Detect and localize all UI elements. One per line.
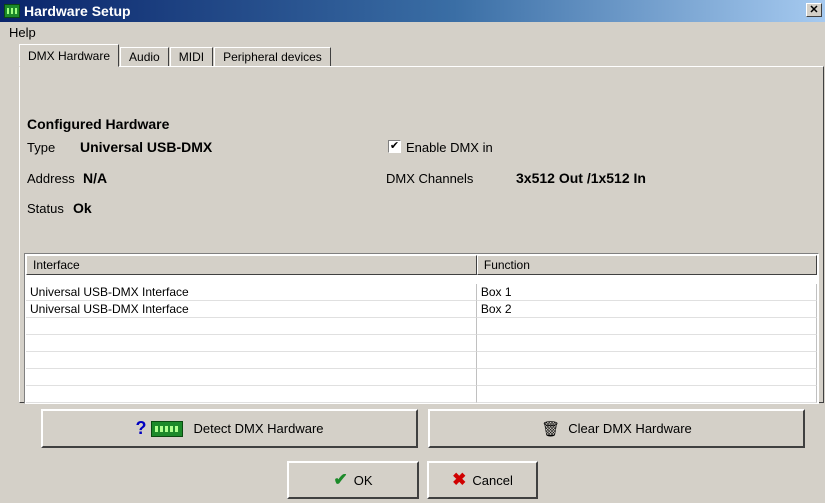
enable-dmx-in-label: Enable DMX in (406, 140, 493, 155)
interface-cell: Universal USB-DMX Interface (26, 284, 477, 301)
interface-cell (26, 369, 477, 386)
function-cell (476, 386, 817, 403)
tab-audio[interactable]: Audio (120, 47, 169, 67)
menu-help[interactable]: Help (9, 25, 36, 40)
enable-dmx-in-checkbox[interactable]: ✔ (388, 140, 401, 153)
function-cell: Box 1 (476, 284, 817, 301)
function-cell (476, 318, 817, 335)
column-header-function[interactable]: Function (476, 255, 817, 275)
dmx-card-icon (4, 4, 20, 18)
interface-cell (26, 318, 477, 335)
interface-cell: Universal USB-DMX Interface (26, 301, 477, 318)
type-label: Type (27, 140, 56, 155)
column-header-interface[interactable]: Interface (26, 255, 477, 275)
tab-strip: DMX Hardware Audio MIDI Peripheral devic… (19, 44, 332, 67)
table-row[interactable] (26, 352, 817, 369)
address-label: Address (27, 171, 75, 186)
close-button[interactable]: ✕ (806, 3, 822, 17)
window-title: Hardware Setup (24, 3, 131, 19)
status-value: Ok (73, 200, 92, 216)
function-cell: Box 2 (476, 301, 817, 318)
interface-cell (26, 386, 477, 403)
table-row[interactable] (26, 369, 817, 386)
detect-dmx-hardware-button[interactable]: ? Detect DMX Hardware (41, 409, 418, 448)
detect-button-label: Detect DMX Hardware (193, 421, 324, 436)
section-title: Configured Hardware (27, 116, 170, 132)
tab-dmx-hardware[interactable]: DMX Hardware (19, 44, 120, 67)
function-cell (476, 335, 817, 352)
x-icon: ✖ (452, 470, 467, 489)
checkmark-icon: ✔ (333, 470, 348, 489)
table-row[interactable] (26, 335, 817, 352)
clear-dmx-hardware-button[interactable]: 🗑 Clear DMX Hardware (428, 409, 805, 448)
cancel-button[interactable]: ✖ Cancel (427, 461, 538, 499)
ok-button[interactable]: ✔ OK (287, 461, 419, 499)
interface-cell (26, 335, 477, 352)
table-header: Interface Function (26, 255, 817, 275)
table-row[interactable] (26, 318, 817, 335)
interface-cell (26, 352, 477, 369)
interface-table[interactable]: Interface Function Universal USB-DMX Int… (24, 253, 819, 404)
dmx-channels-label: DMX Channels (386, 171, 474, 186)
trash-icon: 🗑 (541, 420, 561, 438)
table-row[interactable]: Universal USB-DMX Interface Box 2 (26, 301, 817, 318)
address-value: N/A (83, 170, 108, 186)
status-label: Status (27, 201, 64, 216)
clear-button-label: Clear DMX Hardware (568, 421, 692, 436)
tab-peripheral-devices[interactable]: Peripheral devices (214, 47, 331, 67)
tab-midi[interactable]: MIDI (169, 47, 214, 67)
function-cell (476, 352, 817, 369)
title-bar: Hardware Setup ✕ (0, 0, 825, 22)
type-value: Universal USB-DMX (80, 139, 213, 155)
ok-button-label: OK (353, 472, 373, 488)
question-icon: ? (135, 418, 147, 438)
table-row[interactable]: Universal USB-DMX Interface Box 1 (26, 284, 817, 301)
dmx-card-icon (151, 420, 184, 437)
function-cell (476, 369, 817, 386)
menu-bar: Help (0, 22, 825, 42)
dmx-channels-value: 3x512 Out /1x512 In (516, 170, 646, 186)
cancel-button-label: Cancel (472, 472, 513, 488)
table-row[interactable] (26, 386, 817, 403)
